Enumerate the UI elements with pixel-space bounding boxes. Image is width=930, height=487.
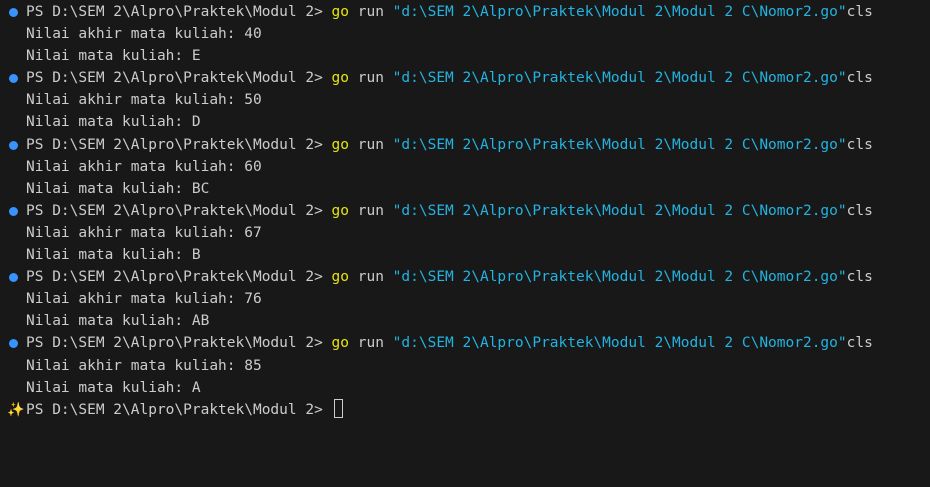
- command-args: run: [349, 202, 393, 219]
- output-score: Nilai akhir mata kuliah: 60: [26, 158, 262, 175]
- text-cursor: [333, 398, 343, 418]
- terminal-panel[interactable]: PS D:\SEM 2\Alpro\Praktek\Modul 2> go ru…: [0, 0, 930, 418]
- command-suffix: cls: [846, 136, 873, 153]
- output-line: Nilai akhir mata kuliah: 85: [0, 355, 930, 377]
- output-line: Nilai mata kuliah: AB: [0, 310, 930, 332]
- output-score: Nilai akhir mata kuliah: 76: [26, 291, 262, 308]
- command-args: run: [349, 4, 393, 20]
- command-line: PS D:\SEM 2\Alpro\Praktek\Modul 2> go ru…: [0, 200, 930, 222]
- output-score: Nilai akhir mata kuliah: 85: [26, 357, 262, 374]
- command-name: go: [331, 269, 350, 286]
- success-dot-icon: [9, 273, 18, 283]
- success-dot-icon: [9, 339, 18, 349]
- command-args: run: [349, 70, 393, 87]
- command-suffix: cls: [846, 4, 873, 20]
- command-name: go: [331, 202, 350, 219]
- command-args: run: [349, 335, 393, 352]
- command-suffix: cls: [846, 202, 873, 219]
- command-decoration-icon[interactable]: [8, 67, 22, 89]
- command-suffix: cls: [846, 335, 873, 352]
- sparkle-glyph: ✨: [7, 401, 25, 418]
- success-dot-icon: [9, 140, 18, 150]
- command-name: go: [331, 136, 350, 153]
- output-line: Nilai akhir mata kuliah: 60: [0, 156, 930, 178]
- output-score: Nilai akhir mata kuliah: 50: [26, 92, 262, 109]
- output-grade: Nilai mata kuliah: AB: [26, 313, 210, 330]
- prompt-text: PS D:\SEM 2\Alpro\Praktek\Modul 2>: [26, 335, 332, 352]
- command-suffix: cls: [846, 269, 873, 286]
- success-dot-icon: [9, 206, 18, 216]
- command-name: go: [331, 4, 350, 20]
- command-decoration-icon[interactable]: [8, 134, 22, 156]
- success-dot-icon: [9, 74, 18, 84]
- output-line: Nilai akhir mata kuliah: 67: [0, 222, 930, 244]
- command-path: "d:\SEM 2\Alpro\Praktek\Modul 2\Modul 2 …: [392, 269, 847, 286]
- output-line: Nilai mata kuliah: BC: [0, 178, 930, 200]
- output-grade: Nilai mata kuliah: E: [26, 48, 201, 65]
- prompt-text: PS D:\SEM 2\Alpro\Praktek\Modul 2>: [26, 4, 332, 20]
- command-path: "d:\SEM 2\Alpro\Praktek\Modul 2\Modul 2 …: [392, 4, 847, 20]
- command-args: run: [349, 269, 393, 286]
- command-path: "d:\SEM 2\Alpro\Praktek\Modul 2\Modul 2 …: [392, 202, 847, 219]
- prompt-text: PS D:\SEM 2\Alpro\Praktek\Modul 2>: [26, 136, 332, 153]
- prompt-text: PS D:\SEM 2\Alpro\Praktek\Modul 2>: [26, 401, 332, 418]
- command-line: PS D:\SEM 2\Alpro\Praktek\Modul 2> go ru…: [0, 1, 930, 23]
- command-name: go: [331, 335, 350, 352]
- output-line: Nilai mata kuliah: B: [0, 244, 930, 266]
- command-decoration-icon[interactable]: [8, 332, 22, 354]
- output-grade: Nilai mata kuliah: B: [26, 247, 201, 264]
- output-grade: Nilai mata kuliah: BC: [26, 180, 210, 197]
- output-score: Nilai akhir mata kuliah: 67: [26, 224, 262, 241]
- command-decoration-icon[interactable]: [8, 1, 22, 23]
- output-line: Nilai mata kuliah: A: [0, 377, 930, 399]
- output-grade: Nilai mata kuliah: A: [26, 379, 201, 396]
- command-decoration-icon[interactable]: [8, 266, 22, 288]
- command-name: go: [331, 70, 350, 87]
- success-dot-icon: [9, 8, 18, 17]
- sparkle-icon[interactable]: ✨: [7, 399, 25, 421]
- command-line: PS D:\SEM 2\Alpro\Praktek\Modul 2> go ru…: [0, 332, 930, 354]
- output-line: Nilai mata kuliah: E: [0, 45, 930, 67]
- prompt-text: PS D:\SEM 2\Alpro\Praktek\Modul 2>: [26, 202, 332, 219]
- command-path: "d:\SEM 2\Alpro\Praktek\Modul 2\Modul 2 …: [392, 335, 847, 352]
- prompt-text: PS D:\SEM 2\Alpro\Praktek\Modul 2>: [26, 269, 332, 286]
- command-line: PS D:\SEM 2\Alpro\Praktek\Modul 2> go ru…: [0, 266, 930, 288]
- output-score: Nilai akhir mata kuliah: 40: [26, 26, 262, 43]
- prompt-text: PS D:\SEM 2\Alpro\Praktek\Modul 2>: [26, 70, 332, 87]
- active-prompt-line[interactable]: ✨ PS D:\SEM 2\Alpro\Praktek\Modul 2>: [0, 398, 930, 421]
- command-args: run: [349, 136, 393, 153]
- command-path: "d:\SEM 2\Alpro\Praktek\Modul 2\Modul 2 …: [392, 70, 847, 87]
- command-line: PS D:\SEM 2\Alpro\Praktek\Modul 2> go ru…: [0, 134, 930, 156]
- output-line: Nilai akhir mata kuliah: 50: [0, 89, 930, 111]
- output-grade: Nilai mata kuliah: D: [26, 114, 201, 131]
- command-decoration-icon[interactable]: [8, 200, 22, 222]
- command-suffix: cls: [846, 70, 873, 87]
- output-line: Nilai akhir mata kuliah: 40: [0, 23, 930, 45]
- output-line: Nilai mata kuliah: D: [0, 111, 930, 133]
- output-line: Nilai akhir mata kuliah: 76: [0, 288, 930, 310]
- command-line: PS D:\SEM 2\Alpro\Praktek\Modul 2> go ru…: [0, 67, 930, 89]
- command-path: "d:\SEM 2\Alpro\Praktek\Modul 2\Modul 2 …: [392, 136, 847, 153]
